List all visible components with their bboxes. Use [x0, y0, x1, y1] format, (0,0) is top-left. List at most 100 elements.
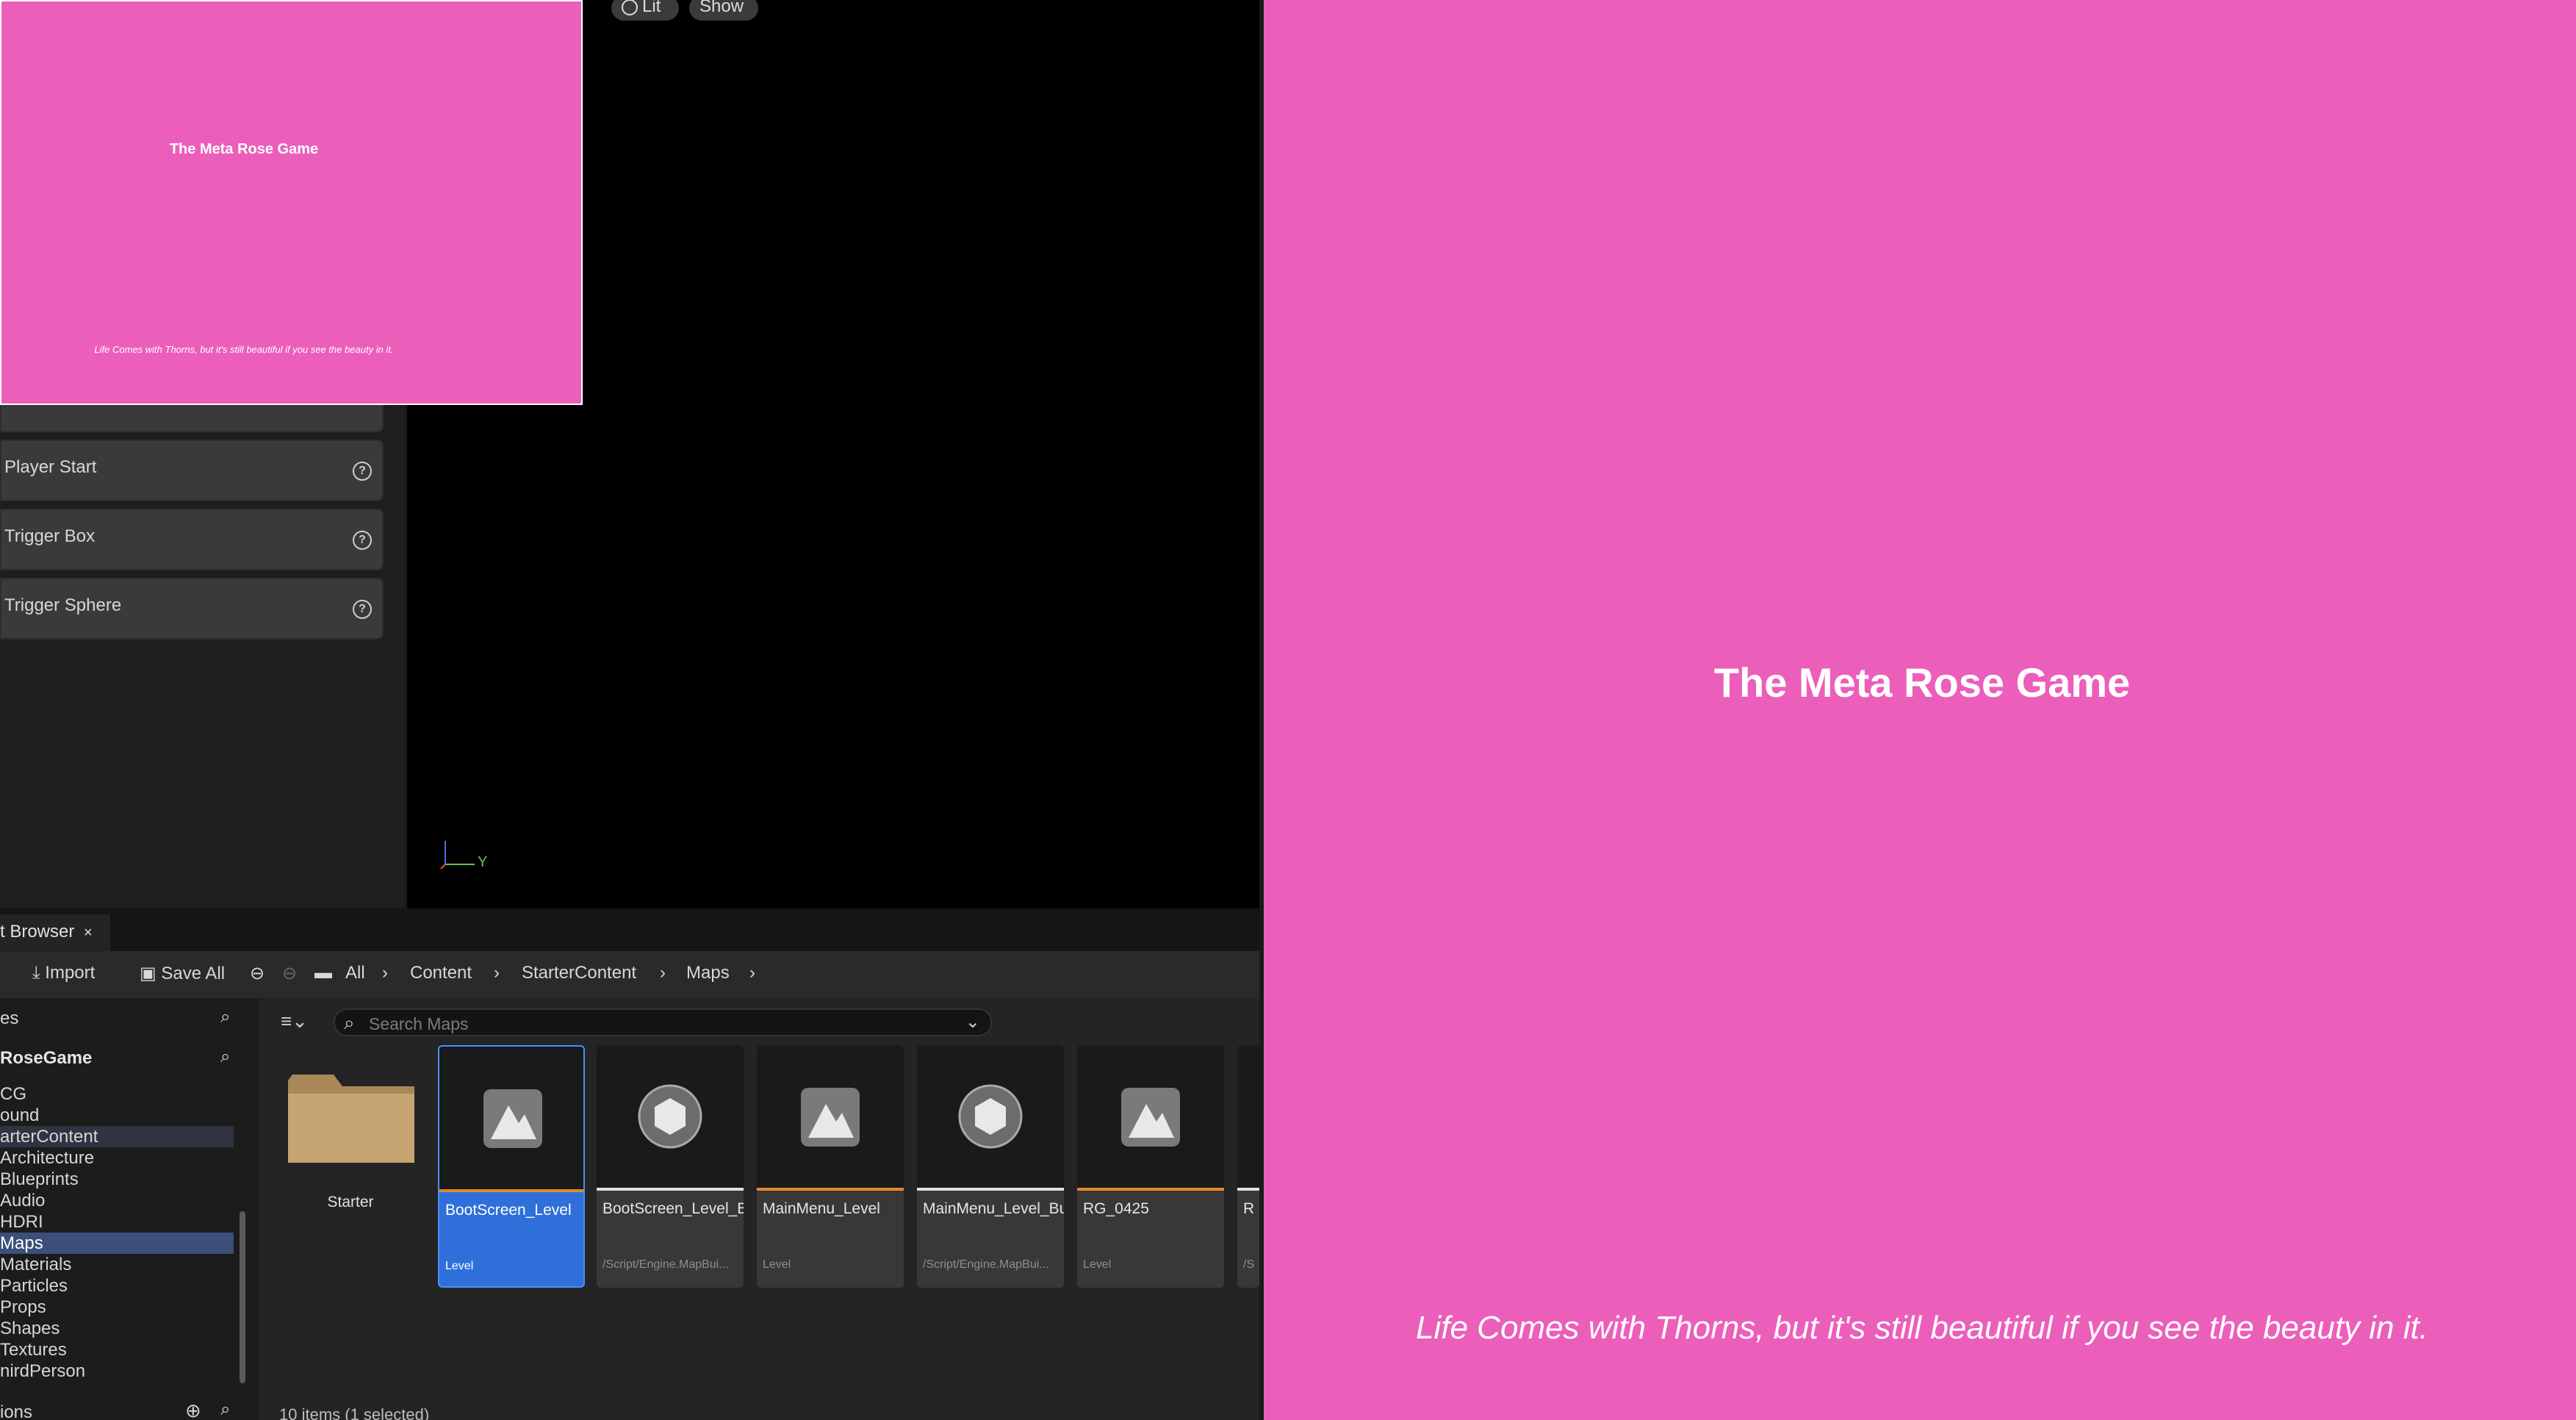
chevron-right-icon: ›	[382, 963, 388, 983]
search-icon[interactable]: ⌕	[220, 1399, 230, 1420]
show-label: Show	[699, 0, 744, 16]
builtdata-icon	[958, 1084, 1023, 1149]
lit-label: Lit	[642, 0, 661, 16]
game-title: The Meta Rose Game	[1713, 659, 2131, 706]
tree-item[interactable]: Materials	[0, 1254, 234, 1275]
breadcrumb-startercontent[interactable]: StarterContent	[522, 963, 636, 983]
asset-type: /Script/Engine.MapBui...	[923, 1258, 1049, 1271]
asset-type-bar	[917, 1188, 1064, 1191]
game-preview-window[interactable]: The Meta Rose Game Life Comes with Thorn…	[0, 0, 583, 405]
search-icon[interactable]: ⌕	[220, 1047, 230, 1067]
tree-item[interactable]: Architecture	[0, 1147, 234, 1169]
help-icon[interactable]: ?	[353, 531, 372, 550]
help-icon[interactable]: ?	[353, 600, 372, 619]
chevron-down-icon[interactable]: ⌄	[965, 1011, 980, 1033]
project-header[interactable]: RoseGame	[0, 1048, 92, 1069]
asset-tile-rg-0425[interactable]: RG_0425 Level	[1077, 1045, 1224, 1288]
tree-item[interactable]: nirdPerson	[0, 1360, 234, 1382]
place-item-trigger-sphere[interactable]: Trigger Sphere ?	[0, 578, 384, 639]
lit-icon	[622, 0, 638, 15]
asset-thumbnail	[917, 1045, 1064, 1188]
place-item-label: Trigger Sphere	[4, 595, 122, 615]
search-input[interactable]: ⌕ Search Maps ⌄	[334, 1008, 992, 1036]
tree-item[interactable]: CG	[0, 1083, 234, 1105]
place-item-trigger-box[interactable]: Trigger Box ?	[0, 509, 384, 570]
filter-icon[interactable]: ≡⌄	[281, 1010, 308, 1033]
asset-thumbnail	[439, 1047, 583, 1189]
close-icon[interactable]: ×	[84, 925, 93, 941]
asset-name: BootScreen_Level_BuiltData	[602, 1200, 744, 1217]
level-type-bar	[439, 1189, 583, 1192]
asset-tile-mainmenu-level[interactable]: MainMenu_Level Level	[757, 1045, 904, 1288]
asset-thumbnail	[1077, 1045, 1224, 1188]
level-icon	[483, 1089, 542, 1148]
help-icon[interactable]: ?	[353, 462, 372, 481]
asset-type: Level	[445, 1260, 474, 1272]
search-placeholder: Search Maps	[369, 1014, 469, 1033]
folder-name: Starter	[327, 1194, 374, 1211]
asset-tile-bootscreen-level[interactable]: BootScreen_Level Level	[438, 1045, 585, 1288]
breadcrumb-content[interactable]: Content	[410, 963, 472, 983]
show-button[interactable]: Show	[689, 0, 758, 21]
asset-type: /Script/Engine.MapBui...	[602, 1258, 729, 1271]
builtdata-icon	[638, 1084, 702, 1149]
tree-scrollbar[interactable]	[240, 1211, 245, 1383]
asset-type: /S	[1243, 1258, 1255, 1271]
asset-tile-mainmenu-builtdata[interactable]: MainMenu_Level_BuiltData /Script/Engine.…	[917, 1045, 1064, 1288]
save-icon: ▣	[140, 964, 156, 983]
level-icon	[801, 1088, 860, 1147]
axis-gizmo: Y	[438, 831, 487, 875]
folder-icon	[288, 1075, 414, 1163]
content-browser-tabbar: t Browser ×	[0, 908, 1259, 951]
asset-type-bar	[1237, 1188, 1259, 1191]
level-type-bar	[1077, 1188, 1224, 1191]
place-item-player-start[interactable]: Player Start ?	[0, 440, 384, 501]
search-icon: ⌕	[344, 1011, 355, 1033]
asset-type-bar	[597, 1188, 744, 1191]
asset-thumbnail	[597, 1045, 744, 1188]
tree-item[interactable]: HDRI	[0, 1211, 234, 1233]
tree-item[interactable]: Props	[0, 1297, 234, 1318]
asset-name: R	[1243, 1200, 1255, 1217]
asset-name: MainMenu_Level_BuiltData	[923, 1200, 1064, 1217]
tree-item[interactable]: Textures	[0, 1339, 234, 1360]
search-icon[interactable]: ⌕	[220, 1007, 230, 1028]
place-item-label: Trigger Box	[4, 526, 96, 546]
tree-item[interactable]: ound	[0, 1105, 234, 1126]
tree-item[interactable]: arterContent	[0, 1126, 234, 1147]
save-all-button[interactable]: ▣ Save All	[140, 963, 225, 984]
breadcrumb-maps[interactable]: Maps	[686, 963, 730, 983]
asset-tile-partial[interactable]: R /S	[1237, 1045, 1259, 1288]
sources-panel: es ⌕ RoseGame ⌕ CG ound arterContent Arc…	[0, 998, 259, 1420]
folder-tile[interactable]: Starter	[281, 1060, 420, 1244]
asset-thumbnail	[1237, 1045, 1259, 1188]
asset-name: BootScreen_Level	[445, 1202, 572, 1219]
history-back-icon[interactable]: ⊖	[250, 963, 265, 984]
preview-tagline: Life Comes with Thorns, but it's still b…	[94, 344, 394, 355]
content-browser-tab[interactable]: t Browser ×	[0, 914, 110, 951]
asset-name: RG_0425	[1083, 1200, 1149, 1217]
asset-thumbnail	[757, 1045, 904, 1188]
game-tagline: Life Comes with Thorns, but it's still b…	[1416, 1310, 2428, 1346]
tab-label: t Browser	[0, 922, 75, 942]
tree-item[interactable]: Shapes	[0, 1318, 234, 1339]
tree-item-selected[interactable]: Maps	[0, 1233, 234, 1254]
breadcrumb-all[interactable]: All	[345, 963, 365, 983]
chevron-right-icon: ›	[494, 963, 500, 983]
tree-item[interactable]: Audio	[0, 1190, 234, 1211]
place-item-label: Player Start	[4, 457, 97, 477]
tree-item[interactable]: Particles	[0, 1275, 234, 1297]
collections-header: ions	[0, 1402, 33, 1420]
import-button[interactable]: ⤓ Import	[32, 963, 95, 983]
axis-y-label: Y	[478, 854, 488, 870]
game-view[interactable]: The Meta Rose Game Life Comes with Thorn…	[1259, 0, 2576, 1420]
lit-button[interactable]: Lit	[611, 0, 679, 21]
add-icon[interactable]: ⊕	[185, 1399, 201, 1420]
history-forward-icon[interactable]: ⊖	[282, 963, 297, 984]
tree-item[interactable]: Blueprints	[0, 1169, 234, 1190]
folder-icon: ▬	[314, 963, 332, 983]
asset-type: Level	[1083, 1258, 1112, 1271]
axis-gizmo-icon	[440, 841, 475, 869]
item-count-status: 10 items (1 selected)	[279, 1405, 430, 1420]
asset-tile-bootscreen-builtdata[interactable]: BootScreen_Level_BuiltData /Script/Engin…	[597, 1045, 744, 1288]
